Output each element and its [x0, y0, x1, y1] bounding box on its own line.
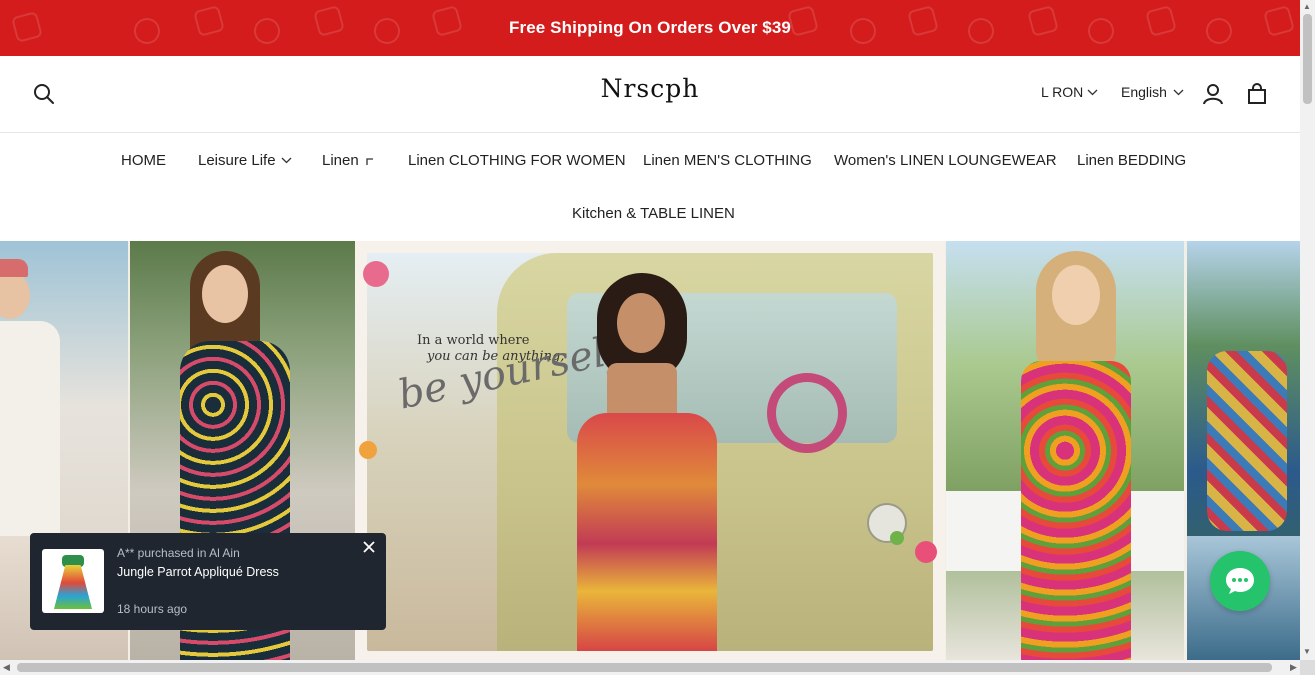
close-button[interactable] [360, 538, 378, 556]
language-selector[interactable]: English [1121, 84, 1184, 100]
nav-item-loungewear[interactable]: Women's LINEN LOUNGEWEAR [834, 152, 1057, 169]
currency-selector[interactable]: L RON [1041, 84, 1098, 100]
decor-icon [1263, 5, 1295, 37]
decor-icon [131, 15, 163, 47]
hero-tagline-line1: In a world where [417, 333, 530, 348]
horizontal-scrollbar[interactable]: ◀ ▶ [0, 660, 1315, 675]
model-figure [1207, 311, 1297, 541]
nav-item-kitchen-table[interactable]: Kitchen & TABLE LINEN [572, 205, 735, 222]
chevron-down-icon [1087, 89, 1098, 95]
decor-icon [251, 15, 283, 47]
currency-label: L RON [1041, 84, 1084, 100]
page: Free Shipping On Orders Over $39 Nrscph … [0, 0, 1315, 675]
announcement-text[interactable]: Free Shipping On Orders Over $39 [509, 18, 791, 38]
decor-icon [1027, 5, 1059, 37]
nav-item-label: Women's LINEN LOUNGEWEAR [834, 152, 1057, 169]
shopping-bag-icon [1248, 83, 1266, 104]
model-figure [996, 241, 1156, 660]
close-icon [363, 541, 375, 553]
nav-item-label: Linen BEDDING [1077, 152, 1187, 169]
chevron-corner-icon [366, 157, 373, 165]
nav-item-bedding[interactable]: Linen BEDDING [1077, 152, 1186, 169]
site-logo[interactable]: Nrscph [560, 74, 740, 103]
nav-item-leisure-life[interactable]: Leisure Life [198, 152, 292, 169]
main-nav: HOME Leisure Life Linen Linen CLOTHING F… [0, 133, 1300, 241]
chat-button[interactable] [1210, 551, 1270, 611]
search-button[interactable] [30, 80, 58, 108]
scroll-right-icon[interactable]: ▶ [1290, 662, 1297, 673]
nav-item-label: Linen [322, 152, 359, 169]
language-label: English [1121, 84, 1167, 100]
search-icon [34, 84, 54, 104]
decor-icon [787, 5, 819, 37]
flower-decor [359, 441, 377, 459]
decor-icon [313, 5, 345, 37]
notification-buyer: A** purchased in Al Ain [117, 546, 240, 560]
vertical-scrollbar[interactable]: ▲ ▼ [1300, 0, 1315, 660]
scroll-up-icon[interactable]: ▲ [1303, 2, 1311, 11]
decor-icon [1085, 15, 1117, 47]
nav-item-linen[interactable]: Linen [322, 152, 374, 169]
product-thumbnail[interactable] [42, 549, 104, 613]
decor-icon [371, 15, 403, 47]
scroll-left-icon[interactable]: ◀ [3, 662, 10, 673]
scrollbar-corner [1300, 660, 1315, 675]
nav-item-label: HOME [121, 152, 166, 169]
decor-icon [965, 15, 997, 47]
nav-item-home[interactable]: HOME [121, 152, 166, 169]
hero-photo [946, 241, 1184, 660]
flower-decor [363, 261, 389, 287]
decor-icon [1145, 5, 1177, 37]
decor-icon [11, 11, 43, 43]
cart-button[interactable] [1243, 80, 1271, 108]
decor-icon [431, 5, 463, 37]
decor-icon [907, 5, 939, 37]
nav-item-label: Kitchen & TABLE LINEN [572, 205, 735, 222]
site-header: Nrscph L RON English [0, 56, 1300, 133]
chevron-down-icon [281, 157, 292, 164]
chat-bubble-icon [1226, 568, 1254, 594]
model-figure [567, 273, 727, 651]
chevron-down-icon [1173, 89, 1184, 95]
notification-product[interactable]: Jungle Parrot Appliqué Dress [117, 565, 279, 579]
decor-icon [847, 15, 879, 47]
nav-item-label: Leisure Life [198, 152, 276, 169]
hero-main-photo: In a world where you can be anything, be… [355, 241, 945, 660]
decor-icon [1203, 15, 1235, 47]
user-icon [1203, 84, 1223, 105]
scrollbar-thumb[interactable] [17, 663, 1272, 672]
nav-item-linen-women[interactable]: Linen CLOTHING FOR WOMEN [408, 152, 626, 169]
purchase-notification[interactable]: A** purchased in Al Ain Jungle Parrot Ap… [30, 533, 386, 630]
decor-icon [193, 5, 225, 37]
scrollbar-thumb[interactable] [1303, 14, 1312, 104]
steering-wheel [767, 373, 847, 453]
hero-frame: In a world where you can be anything, be… [367, 253, 933, 651]
nav-item-label: Linen CLOTHING FOR WOMEN [408, 152, 626, 169]
flower-decor [915, 541, 937, 563]
nav-item-linen-men[interactable]: Linen MEN'S CLOTHING [643, 152, 812, 169]
nav-item-label: Linen MEN'S CLOTHING [643, 152, 812, 169]
scroll-down-icon[interactable]: ▼ [1303, 647, 1311, 656]
account-button[interactable] [1199, 80, 1227, 108]
flower-decor [890, 531, 904, 545]
announcement-bar: Free Shipping On Orders Over $39 [0, 0, 1300, 56]
notification-time: 18 hours ago [117, 602, 188, 616]
